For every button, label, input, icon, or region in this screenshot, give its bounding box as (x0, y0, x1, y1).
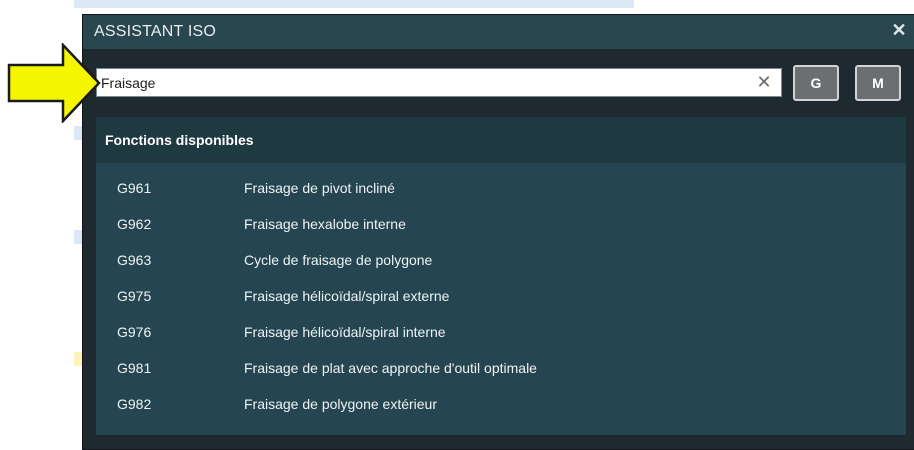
function-description: Fraisage de pivot incliné (244, 180, 395, 196)
function-code: G976 (117, 324, 152, 340)
function-code: G981 (117, 360, 152, 376)
dialog-title: ASSISTANT ISO (94, 23, 217, 40)
function-row-g962[interactable]: G962 Fraisage hexalobe interne (96, 208, 906, 242)
function-description: Fraisage de polygone extérieur (244, 396, 438, 412)
title-bar: ASSISTANT ISO ✕ (83, 15, 914, 49)
function-code: G963 (117, 252, 152, 268)
function-description: Fraisage hexalobe interne (244, 216, 406, 232)
function-code: G961 (117, 180, 152, 196)
function-row-g976[interactable]: G976 Fraisage hélicoïdal/spiral interne (96, 316, 906, 350)
function-code: G962 (117, 216, 152, 232)
background-app-strip (74, 0, 634, 8)
function-description: Fraisage hélicoïdal/spiral externe (244, 288, 450, 304)
function-row-g975[interactable]: G975 Fraisage hélicoïdal/spiral externe (96, 280, 906, 314)
panel-header: Fonctions disponibles (96, 117, 906, 163)
g-codes-button[interactable]: G (793, 65, 839, 101)
clear-icon[interactable]: ✕ (755, 72, 773, 92)
search-field: ✕ (96, 68, 782, 97)
m-codes-button[interactable]: M (855, 65, 901, 101)
panel-header-title: Fonctions disponibles (105, 132, 254, 148)
function-description: Fraisage hélicoïdal/spiral interne (244, 324, 446, 340)
function-row-g963[interactable]: G963 Cycle de fraisage de polygone (96, 244, 906, 278)
function-row-g981[interactable]: G981 Fraisage de plat avec approche d'ou… (96, 352, 906, 386)
background-app-strip (74, 230, 82, 244)
arrow-right-icon (7, 43, 101, 123)
function-code: G975 (117, 288, 152, 304)
function-row-g982[interactable]: G982 Fraisage de polygone extérieur (96, 388, 906, 422)
functions-panel: Fonctions disponibles G961 Fraisage de p… (96, 117, 906, 435)
function-description: Cycle de fraisage de polygone (244, 252, 433, 268)
search-input[interactable] (101, 69, 751, 96)
assistant-iso-dialog: ASSISTANT ISO ✕ ✕ G M Fonctions disponib… (82, 14, 914, 450)
background-app-strip (74, 126, 82, 140)
close-icon[interactable]: ✕ (889, 20, 909, 40)
function-code: G982 (117, 396, 152, 412)
function-description: Fraisage de plat avec approche d'outil o… (244, 360, 537, 376)
background-app-highlight (74, 352, 82, 366)
function-row-g961[interactable]: G961 Fraisage de pivot incliné (96, 172, 906, 206)
